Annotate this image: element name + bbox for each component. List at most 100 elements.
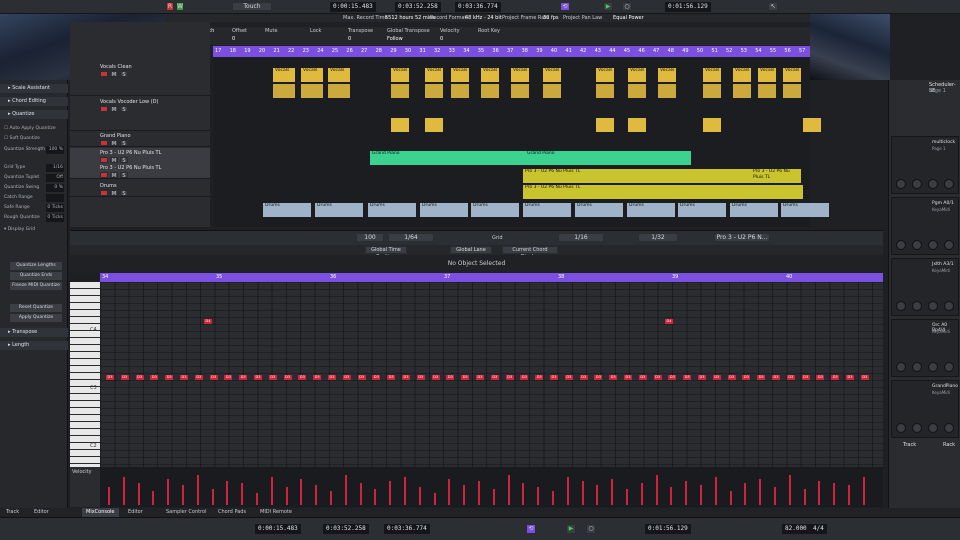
vocal-part-wave[interactable]	[733, 84, 751, 98]
quantize-param-value[interactable]: 0 %	[46, 184, 64, 192]
midi-note[interactable]: D3	[165, 375, 174, 380]
transport-cycle-button[interactable]: ⟲	[526, 524, 536, 534]
velocity-bar[interactable]	[122, 477, 125, 505]
midi-note[interactable]: D3	[668, 375, 677, 380]
vocal-part-wave[interactable]	[301, 84, 323, 98]
velocity-bar[interactable]	[537, 487, 540, 505]
quantize-option[interactable]: ☐ Soft Quantize	[4, 135, 66, 143]
midi-note[interactable]: D3	[653, 375, 662, 380]
midi-note[interactable]: D3	[254, 375, 262, 380]
automation-mode-select[interactable]: Touch	[232, 2, 272, 11]
vocal-part-wave[interactable]	[425, 84, 443, 98]
midi-note[interactable]: D3	[268, 375, 277, 380]
velocity-bar[interactable]	[152, 491, 155, 505]
editor-ruler[interactable]: 34 35 36 37 38 39 40	[100, 273, 883, 282]
midi-note[interactable]: D3	[831, 375, 840, 380]
drum-part[interactable]: Drums	[471, 203, 519, 217]
velocity-bar[interactable]	[596, 485, 599, 505]
vocal-part-wave[interactable]	[273, 84, 295, 98]
velocity-bar[interactable]	[729, 491, 732, 505]
midi-note[interactable]: D3	[106, 375, 114, 380]
length-select[interactable]: 1/64	[388, 233, 434, 242]
midi-note[interactable]: D3	[609, 375, 618, 380]
velocity-bar[interactable]	[285, 487, 288, 505]
rack-knob[interactable]	[896, 301, 906, 311]
vocal-part[interactable]: Vocals	[301, 68, 323, 82]
midi-note[interactable]: D3	[357, 375, 366, 380]
midi-note[interactable]: D3	[624, 375, 632, 380]
rack-slot[interactable]: GrandPiano KeyaMidi	[891, 380, 959, 438]
rack-slot[interactable]: multiclock Page 1	[891, 136, 959, 194]
rack-knob[interactable]	[944, 240, 954, 250]
vocal-part[interactable]: Vocals	[628, 68, 646, 82]
vocal-part[interactable]: Vocals	[543, 68, 561, 82]
cycle-button[interactable]: ⟲	[560, 2, 570, 11]
track-record-button[interactable]	[100, 106, 108, 112]
velocity-bar[interactable]	[685, 481, 688, 505]
midi-note[interactable]: D3	[520, 375, 529, 380]
vocal-part[interactable]: Vocals	[328, 68, 350, 82]
midi-note[interactable]: D3	[579, 375, 588, 380]
velocity-bar[interactable]	[862, 477, 865, 505]
quantize-action-button[interactable]: Apply Quantize	[10, 314, 62, 322]
vocal-part[interactable]: Vocals	[733, 68, 751, 82]
quantize-action-button[interactable]: Reset Quantize	[10, 304, 62, 312]
rack-knob[interactable]	[912, 179, 922, 189]
rack-knob[interactable]	[944, 301, 954, 311]
midi-note[interactable]: D3	[298, 375, 307, 380]
velocity-bar[interactable]	[448, 479, 451, 505]
track-record-button[interactable]	[100, 190, 108, 196]
track-solo-button[interactable]: S	[120, 140, 128, 147]
midi-note[interactable]: D3	[550, 375, 558, 380]
track-row[interactable]: Grand Piano M S	[70, 131, 210, 147]
velocity-bar[interactable]	[507, 475, 510, 505]
vocal-part[interactable]: Vocals	[511, 68, 529, 82]
velocity-bar[interactable]	[833, 483, 836, 505]
inspector-section-2[interactable]: ▸ Quantize	[0, 110, 68, 119]
chord-display-button[interactable]: Current Chord Display	[502, 246, 558, 260]
velocity-bar[interactable]	[744, 483, 747, 505]
play-button[interactable]: ▶	[603, 2, 613, 11]
velocity-bar[interactable]	[389, 481, 392, 505]
velocity-bar[interactable]	[137, 483, 140, 505]
velocity-bar[interactable]	[374, 489, 377, 505]
vocal-part[interactable]: Vocals	[481, 68, 499, 82]
midi-note[interactable]: D3	[816, 375, 825, 380]
quantize-param-value[interactable]: 0 Ticks	[46, 204, 64, 212]
quantize-param-value[interactable]: 1/16	[46, 164, 64, 172]
midi-note[interactable]: D3	[505, 375, 514, 380]
midi-note[interactable]: D3	[461, 375, 470, 380]
info-value[interactable]: Follow	[387, 36, 403, 42]
midi-note[interactable]: D3	[860, 375, 869, 380]
info-value[interactable]: 0	[440, 36, 443, 42]
midi-note[interactable]: D3	[135, 375, 144, 380]
vocal-part-wave[interactable]	[758, 84, 776, 98]
rack-knob[interactable]	[896, 362, 906, 372]
velocity-bar[interactable]	[359, 483, 362, 505]
rack-knob[interactable]	[928, 423, 938, 433]
global-time-button[interactable]: Global Time Position	[365, 246, 407, 260]
velocity-bar[interactable]	[818, 481, 821, 505]
midi-note[interactable]: D3	[786, 375, 795, 380]
quantize-action-button[interactable]: Quantize Ends	[10, 272, 62, 280]
velocity-bar[interactable]	[404, 477, 406, 505]
vocal-part-wave[interactable]	[328, 84, 350, 98]
rack-knob[interactable]	[896, 423, 906, 433]
velocity-bar[interactable]	[256, 493, 258, 505]
transport-play-button[interactable]: ▶	[566, 524, 576, 534]
quantize-param-value[interactable]: 0 Ticks	[46, 214, 64, 222]
velocity-bar[interactable]	[241, 483, 244, 505]
vocal-part-wave[interactable]	[703, 84, 721, 98]
record-button[interactable]: ○	[622, 2, 632, 11]
rack-knob[interactable]	[928, 179, 938, 189]
vocoder-part[interactable]	[628, 118, 646, 132]
midi-note[interactable]: D3	[328, 375, 336, 380]
transport-record-button[interactable]: ○	[586, 524, 596, 534]
rack-knob[interactable]	[896, 240, 906, 250]
midi-note[interactable]: D3	[490, 375, 499, 380]
midi-note[interactable]: D3	[772, 375, 780, 380]
vocal-part[interactable]: Vocals	[451, 68, 469, 82]
tab-rack[interactable]: Rack	[943, 442, 955, 448]
midi-note[interactable]: D3	[846, 375, 854, 380]
track-row[interactable]: Drums M S	[70, 181, 210, 197]
